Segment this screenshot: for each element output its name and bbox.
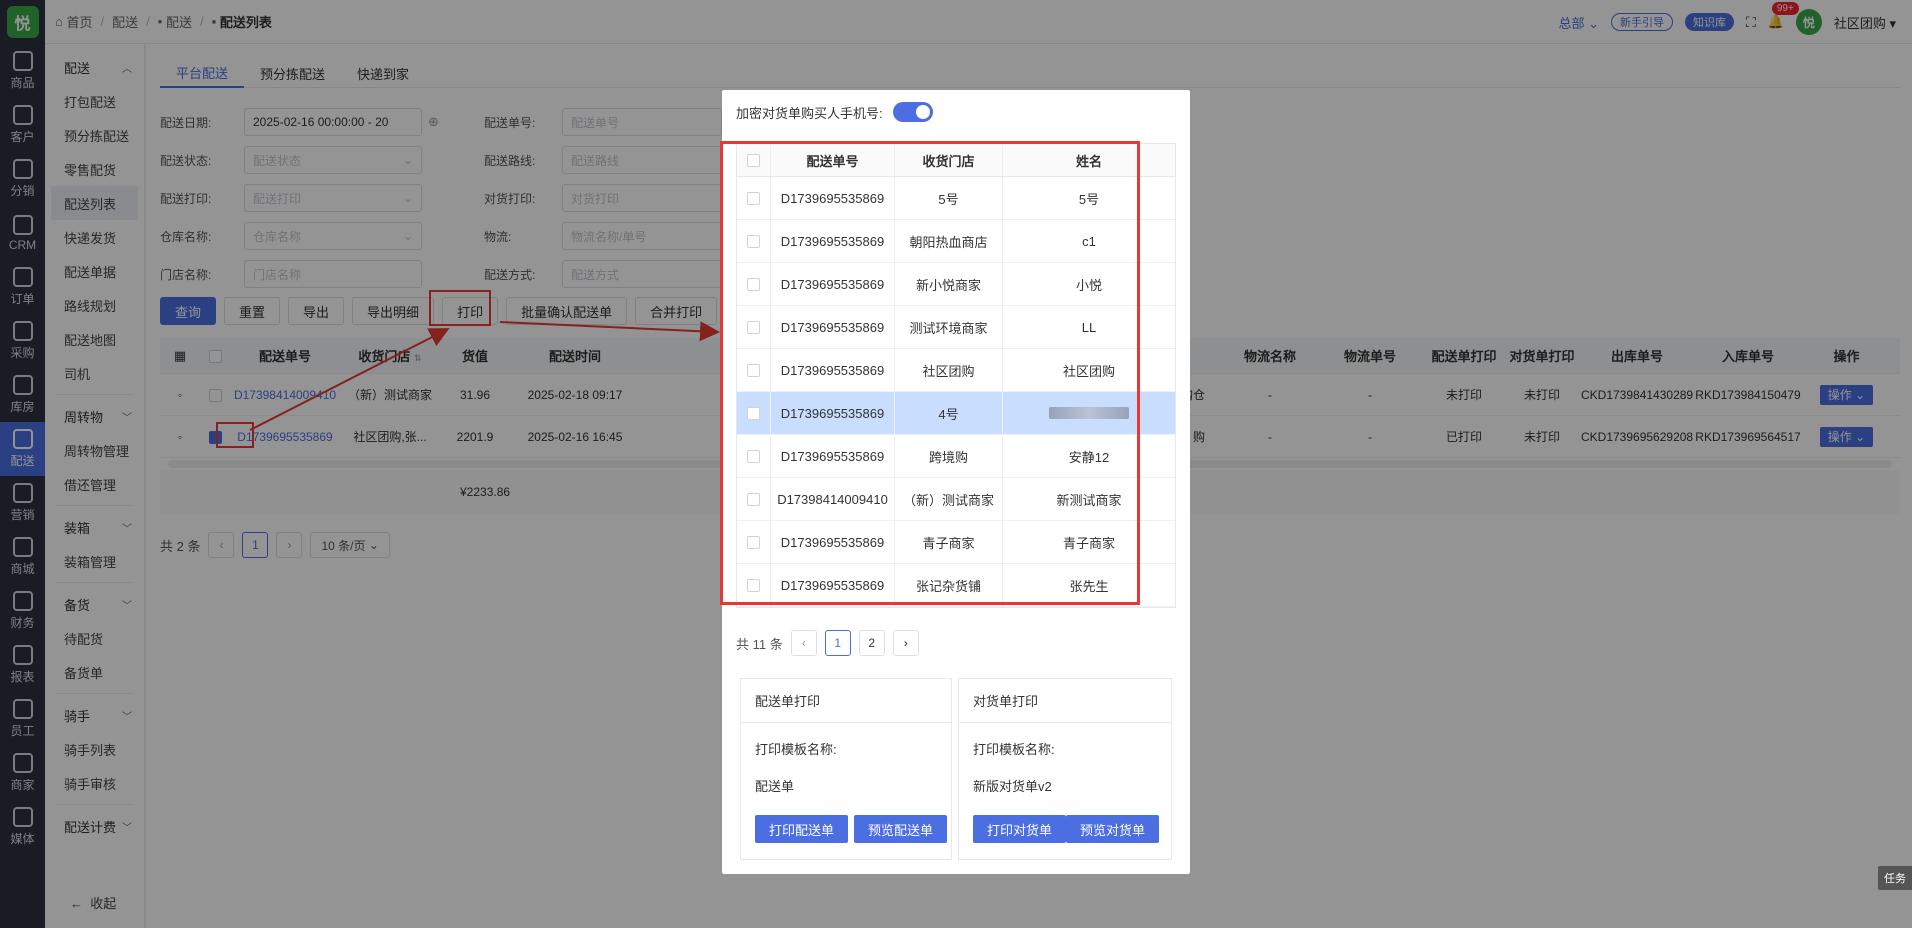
checkbox [747, 277, 760, 291]
check-print-buttons: 打印对货单 预览对货单 [973, 815, 1160, 843]
dialog-row-store: 测试环境商家 [895, 306, 1003, 348]
dialog-row-store: 跨境购 [895, 435, 1003, 477]
dialog-row-checkbox[interactable] [737, 392, 771, 434]
switch-knob [915, 105, 930, 119]
dialog-row-store: （新）测试商家 [895, 478, 1003, 520]
dialog-row-name: c1 [1082, 233, 1096, 249]
dialog-row-no: D1739695535869 [771, 306, 895, 348]
dialog-row-name: 社区团购 [1062, 363, 1115, 379]
dialog-row-no: D1739695535869 [771, 349, 895, 391]
dialog-row[interactable]: D1739695535869 跨境购 安静12 [737, 435, 1175, 478]
dialog-row-store: 青子商家 [895, 521, 1003, 563]
encrypt-toggle-label: 加密对货单购买人手机号: [736, 105, 883, 121]
print-delivery-button[interactable]: 打印配送单 [755, 815, 849, 843]
preview-check-button[interactable]: 预览对货单 [1066, 815, 1160, 843]
checkbox [747, 234, 760, 248]
dialog-row-no: D1739695535869 [771, 521, 895, 563]
dialog-row-store: 5号 [895, 177, 1003, 219]
dialog-row-name: 新测试商家 [1056, 492, 1122, 508]
dialog-row[interactable]: D1739695535869 张记杂货铺 张先生 [737, 564, 1175, 607]
dialog-row[interactable]: D1739695535869 青子商家 青子商家 [737, 521, 1175, 564]
checkbox [747, 492, 760, 506]
dialog-row-name: 青子商家 [1062, 535, 1115, 551]
dialog-row-no: D1739695535869 [771, 220, 895, 262]
dialog-row-store: 张记杂货铺 [895, 564, 1003, 606]
checkbox [747, 449, 760, 463]
dialog-row-checkbox[interactable] [737, 349, 771, 391]
encrypt-phone-switch[interactable] [892, 102, 933, 122]
checkbox [747, 535, 760, 549]
dialog-row-checkbox[interactable] [737, 478, 771, 520]
encrypt-toggle-row: 加密对货单购买人手机号: [736, 102, 933, 122]
dialog-row-store: 社区团购 [895, 349, 1003, 391]
dialog-pager: 共 11 条 ‹ 1 2 › [736, 630, 919, 656]
dialog-row-name [1003, 392, 1175, 434]
dialog-prev-button[interactable]: ‹ [790, 630, 817, 656]
delivery-print-title: 配送单打印 [741, 679, 951, 723]
dialog-row-no: D1739695535869 [771, 564, 895, 606]
dialog-row-name: 安静12 [1068, 449, 1110, 465]
delivery-print-card: 配送单打印 打印模板名称: 配送单 打印配送单 预览配送单 [740, 678, 952, 860]
dialog-row-name: 张先生 [1069, 578, 1109, 594]
dialog-row-name: 小悦 [1075, 277, 1102, 293]
checkbox [747, 153, 760, 167]
dialog-row-checkbox[interactable] [737, 263, 771, 305]
dialog-row-store: 4号 [895, 392, 1003, 434]
check-tpl-label: 打印模板名称: [973, 742, 1055, 757]
dialog-row[interactable]: D1739695535869 社区团购 社区团购 [737, 349, 1175, 392]
dialog-total: 共 11 条 [736, 636, 783, 652]
dialog-row-no: D1739695535869 [771, 177, 895, 219]
checkbox [747, 191, 760, 205]
dialog-row-name: LL [1081, 319, 1097, 335]
dialog-row-checkbox[interactable] [737, 306, 771, 348]
delivery-tpl-name: 配送单 [755, 779, 795, 794]
print-check-button[interactable]: 打印对货单 [973, 815, 1067, 843]
dialog-row-store: 朝阳热血商店 [895, 220, 1003, 262]
dialog-next-button[interactable]: › [892, 630, 919, 656]
checkbox [747, 578, 760, 592]
dialog-row-no: D1739695535869 [771, 263, 895, 305]
dialog-row-checkbox[interactable] [737, 521, 771, 563]
dialog-row[interactable]: D1739695535869 5号 5号 [737, 177, 1175, 220]
dialog-row-no: D1739695535869 [771, 435, 895, 477]
dialog-row[interactable]: D1739695535869 测试环境商家 LL [737, 306, 1175, 349]
preview-delivery-button[interactable]: 预览配送单 [854, 815, 948, 843]
dialog-row[interactable]: D1739695535869 朝阳热血商店 c1 [737, 220, 1175, 263]
dialog-row-no: D17398414009410 [771, 478, 895, 520]
check-print-card: 对货单打印 打印模板名称: 新版对货单v2 打印对货单 预览对货单 [958, 678, 1172, 860]
checkbox [747, 320, 760, 334]
dialog-table-header: 配送单号 收货门店 姓名 [737, 144, 1175, 177]
checkbox [747, 406, 760, 420]
delivery-print-buttons: 打印配送单 预览配送单 [755, 815, 948, 843]
dialog-col-name: 姓名 [1075, 153, 1102, 169]
dialog-row-store: 新小悦商家 [895, 263, 1003, 305]
checkbox [747, 363, 760, 377]
check-tpl-name: 新版对货单v2 [973, 779, 1052, 794]
delivery-tpl-label: 打印模板名称: [755, 742, 837, 757]
dialog-row[interactable]: D1739695535869 新小悦商家 小悦 [737, 263, 1175, 306]
dialog-row[interactable]: D1739695535869 4号 [737, 392, 1175, 435]
dialog-row-no: D1739695535869 [771, 392, 895, 434]
dialog-row-checkbox[interactable] [737, 177, 771, 219]
dialog-select-all[interactable] [737, 144, 771, 176]
check-print-title: 对货单打印 [959, 679, 1171, 723]
dialog-row[interactable]: D17398414009410 （新）测试商家 新测试商家 [737, 478, 1175, 521]
dialog-row-checkbox[interactable] [737, 435, 771, 477]
task-button[interactable]: 任务 [1878, 866, 1912, 890]
dialog-row-name: 5号 [1078, 191, 1100, 207]
blurred-text [1049, 407, 1129, 419]
dialog-row-checkbox[interactable] [737, 220, 771, 262]
dialog-page-2[interactable]: 2 [858, 630, 885, 656]
dialog-table: 配送单号 收货门店 姓名 D1739695535869 5号 5号 D17396955… [736, 143, 1176, 608]
print-dialog: 加密对货单购买人手机号: 配送单号 收货门店 姓名 D1739695535869… [720, 90, 1190, 874]
dialog-col-no: 配送单号 [771, 144, 895, 176]
dialog-col-store: 收货门店 [895, 144, 1003, 176]
dialog-row-checkbox[interactable] [737, 564, 771, 606]
dialog-page-1[interactable]: 1 [824, 630, 851, 656]
